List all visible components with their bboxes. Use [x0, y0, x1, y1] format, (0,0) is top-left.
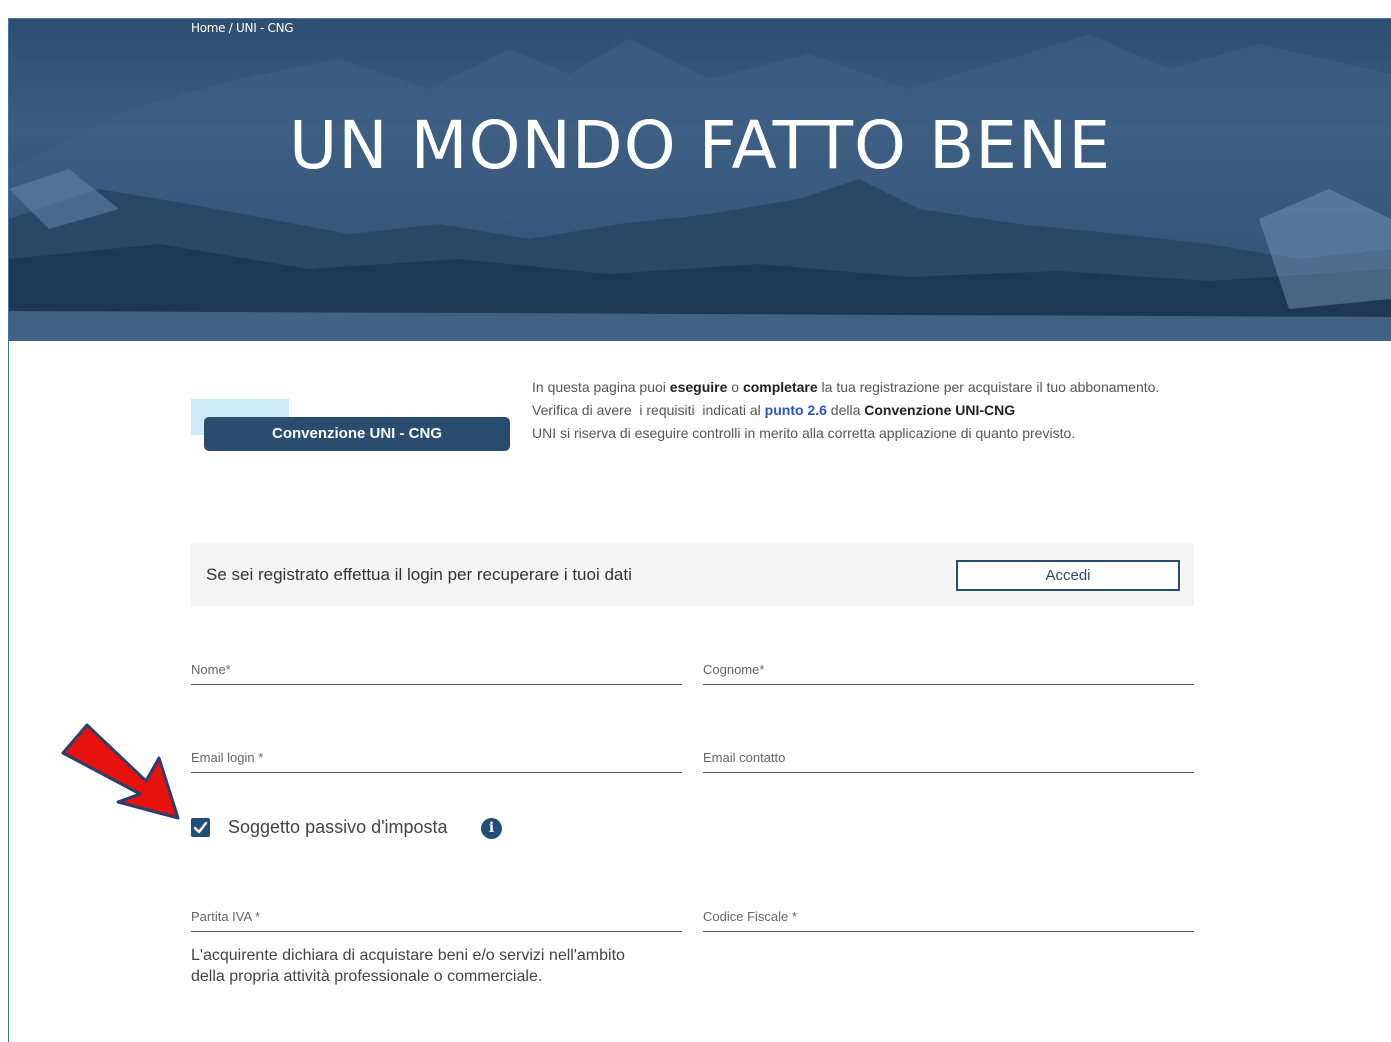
nome-input[interactable]	[191, 656, 686, 686]
cognome-input[interactable]	[703, 656, 1198, 686]
intro-bold-eseguire: eseguire	[669, 379, 728, 395]
breadcrumb-current: UNI - CNG	[236, 21, 294, 35]
nome-field[interactable]: Nome*	[191, 656, 686, 686]
intro-text-span: della	[826, 402, 865, 418]
intro-line-2: Verifica di avere i requisiti indicati a…	[532, 399, 1192, 422]
soggetto-passivo-checkbox[interactable]	[191, 818, 210, 837]
declaration-note: L'acquirente dichiara di acquistare beni…	[191, 947, 625, 985]
checkmark-icon	[193, 821, 208, 834]
codice-fiscale-input[interactable]	[703, 903, 1198, 933]
login-box: Se sei registrato effettua il login per …	[191, 543, 1194, 606]
red-arrow-annotation-icon	[61, 723, 180, 820]
intro-bold-convenzione: Convenzione UNI-CNG	[864, 402, 1016, 418]
punto-2-6-link[interactable]: punto 2.6	[765, 402, 827, 418]
login-prompt-text: Se sei registrato effettua il login per …	[206, 565, 632, 584]
partita-iva-field[interactable]: Partita IVA *	[191, 903, 686, 933]
intro-text-span: la tua registrazione per acquistare il t…	[817, 379, 1160, 395]
partita-iva-input[interactable]	[191, 903, 686, 933]
breadcrumb-separator: /	[228, 21, 233, 35]
intro-text: In questa pagina puoi eseguire o complet…	[532, 376, 1192, 445]
intro-text-span: In questa pagina puoi	[532, 379, 670, 395]
cognome-field[interactable]: Cognome*	[703, 656, 1198, 686]
codice-fiscale-field[interactable]: Codice Fiscale *	[703, 903, 1198, 933]
email-login-input[interactable]	[191, 744, 686, 774]
intro-text-span: Verifica di avere i requisiti indicati a…	[532, 402, 765, 418]
email-login-field[interactable]: Email login *	[191, 744, 686, 774]
intro-line-1: In questa pagina puoi eseguire o complet…	[532, 376, 1192, 399]
intro-line-3: UNI si riserva di eseguire controlli in …	[532, 425, 1076, 441]
breadcrumb: Home / UNI - CNG	[191, 21, 294, 35]
convenzione-badge: Convenzione UNI - CNG	[204, 417, 510, 451]
intro-bold-completare: completare	[742, 379, 818, 395]
soggetto-passivo-label[interactable]: Soggetto passivo d'imposta	[228, 817, 448, 838]
hero-title: UN MONDO FATTO BENE	[288, 107, 1112, 184]
info-icon[interactable]: i	[481, 818, 502, 839]
accedi-button[interactable]: Accedi	[956, 560, 1180, 591]
intro-text-span: o	[727, 379, 743, 395]
email-contatto-field[interactable]: Email contatto	[703, 744, 1198, 774]
email-contatto-input[interactable]	[703, 744, 1198, 774]
hero-banner: Home / UNI - CNG UN MONDO FATTO BENE	[9, 19, 1391, 341]
breadcrumb-home-link[interactable]: Home	[191, 21, 226, 35]
